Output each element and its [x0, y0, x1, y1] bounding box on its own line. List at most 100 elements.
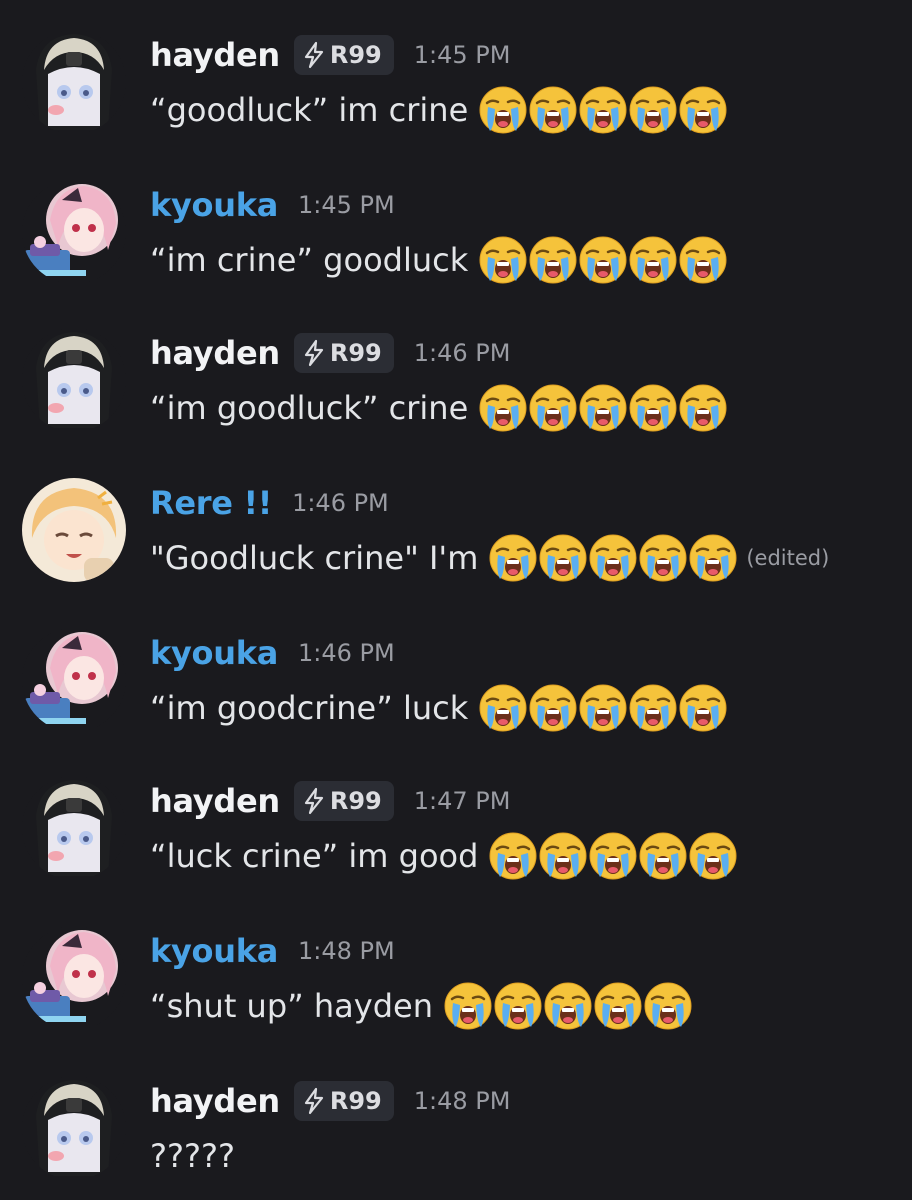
emoji-group [478, 85, 728, 135]
timestamp[interactable]: 1:45 PM [414, 41, 511, 69]
message-content: “shut up” hayden [150, 978, 693, 1034]
message-content: “im goodcrine” luck [150, 680, 728, 736]
timestamp[interactable]: 1:46 PM [414, 339, 511, 367]
username[interactable]: hayden [150, 334, 280, 372]
emoji-group [443, 981, 693, 1031]
loudly-crying-face-emoji [528, 85, 578, 135]
hayden-avatar-icon [22, 30, 126, 134]
emoji-group [478, 383, 728, 433]
loudly-crying-face-emoji [538, 831, 588, 881]
avatar-hayden[interactable] [22, 1076, 126, 1180]
username[interactable]: hayden [150, 36, 280, 74]
message-content: "Goodluck crine" I'm (edited) [150, 530, 829, 586]
timestamp[interactable]: 1:46 PM [298, 639, 395, 667]
loudly-crying-face-emoji [678, 383, 728, 433]
timestamp[interactable]: 1:46 PM [292, 489, 389, 517]
loudly-crying-face-emoji [678, 85, 728, 135]
kyouka-avatar-icon [22, 628, 126, 732]
loudly-crying-face-emoji [578, 383, 628, 433]
emoji-group [488, 831, 738, 881]
avatar-kyouka[interactable] [22, 180, 126, 284]
avatar-rere[interactable] [22, 478, 126, 582]
message-text: “luck crine” im good [150, 837, 479, 875]
loudly-crying-face-emoji [643, 981, 693, 1031]
loudly-crying-face-emoji [628, 235, 678, 285]
message-text: “im crine” goodluck [150, 241, 469, 279]
tag-label: R99 [329, 1087, 382, 1115]
kyouka-avatar-icon [22, 180, 126, 284]
loudly-crying-face-emoji [488, 533, 538, 583]
emoji-group [488, 533, 738, 583]
lightning-bolt-icon [304, 1087, 323, 1115]
emoji-group [478, 683, 728, 733]
emoji-group [478, 235, 728, 285]
message-header: hayden R99 1:46 PM [150, 328, 510, 378]
loudly-crying-face-emoji [528, 683, 578, 733]
avatar-kyouka[interactable] [22, 628, 126, 732]
avatar-hayden[interactable] [22, 776, 126, 880]
server-tag[interactable]: R99 [293, 333, 394, 373]
username[interactable]: hayden [150, 1082, 280, 1120]
message-text: “im goodluck” crine [150, 389, 469, 427]
server-tag[interactable]: R99 [293, 1081, 394, 1121]
loudly-crying-face-emoji [538, 533, 588, 583]
loudly-crying-face-emoji [478, 383, 528, 433]
loudly-crying-face-emoji [628, 683, 678, 733]
username[interactable]: Rere !! [150, 484, 272, 522]
avatar-hayden[interactable] [22, 30, 126, 134]
message-content: ????? [150, 1128, 235, 1184]
server-tag[interactable]: R99 [293, 781, 394, 821]
server-tag[interactable]: R99 [293, 35, 394, 75]
loudly-crying-face-emoji [478, 85, 528, 135]
loudly-crying-face-emoji [578, 683, 628, 733]
username[interactable]: kyouka [150, 186, 278, 224]
message-header: kyouka 1:46 PM [150, 628, 395, 678]
loudly-crying-face-emoji [488, 831, 538, 881]
hayden-avatar-icon [22, 1076, 126, 1180]
loudly-crying-face-emoji [528, 383, 578, 433]
timestamp[interactable]: 1:45 PM [298, 191, 395, 219]
loudly-crying-face-emoji [638, 831, 688, 881]
kyouka-avatar-icon [22, 926, 126, 1030]
loudly-crying-face-emoji [588, 831, 638, 881]
message-header: kyouka 1:48 PM [150, 926, 395, 976]
message-text: “im goodcrine” luck [150, 689, 469, 727]
message-header: hayden R99 1:45 PM [150, 30, 510, 80]
message-header: kyouka 1:45 PM [150, 180, 395, 230]
message-content: “im crine” goodluck [150, 232, 728, 288]
username[interactable]: kyouka [150, 634, 278, 672]
loudly-crying-face-emoji [493, 981, 543, 1031]
loudly-crying-face-emoji [678, 683, 728, 733]
loudly-crying-face-emoji [578, 235, 628, 285]
timestamp[interactable]: 1:48 PM [414, 1087, 511, 1115]
loudly-crying-face-emoji [478, 683, 528, 733]
loudly-crying-face-emoji [688, 533, 738, 583]
tag-label: R99 [329, 787, 382, 815]
loudly-crying-face-emoji [528, 235, 578, 285]
message-content: “im goodluck” crine [150, 380, 728, 436]
chat-message-list: hayden R99 1:45 PM “goodluck” im crine k… [0, 0, 912, 1200]
hayden-avatar-icon [22, 776, 126, 880]
edited-label: (edited) [746, 546, 830, 570]
loudly-crying-face-emoji [638, 533, 688, 583]
loudly-crying-face-emoji [588, 533, 638, 583]
loudly-crying-face-emoji [628, 383, 678, 433]
username[interactable]: hayden [150, 782, 280, 820]
lightning-bolt-icon [304, 41, 323, 69]
loudly-crying-face-emoji [443, 981, 493, 1031]
timestamp[interactable]: 1:48 PM [298, 937, 395, 965]
tag-label: R99 [329, 339, 382, 367]
avatar-hayden[interactable] [22, 328, 126, 432]
loudly-crying-face-emoji [578, 85, 628, 135]
username[interactable]: kyouka [150, 932, 278, 970]
timestamp[interactable]: 1:47 PM [414, 787, 511, 815]
tag-label: R99 [329, 41, 382, 69]
message-header: hayden R99 1:47 PM [150, 776, 510, 826]
loudly-crying-face-emoji [678, 235, 728, 285]
lightning-bolt-icon [304, 339, 323, 367]
avatar-kyouka[interactable] [22, 926, 126, 1030]
message-text: "Goodluck crine" I'm [150, 539, 479, 577]
lightning-bolt-icon [304, 787, 323, 815]
message-content: “goodluck” im crine [150, 82, 728, 138]
loudly-crying-face-emoji [478, 235, 528, 285]
